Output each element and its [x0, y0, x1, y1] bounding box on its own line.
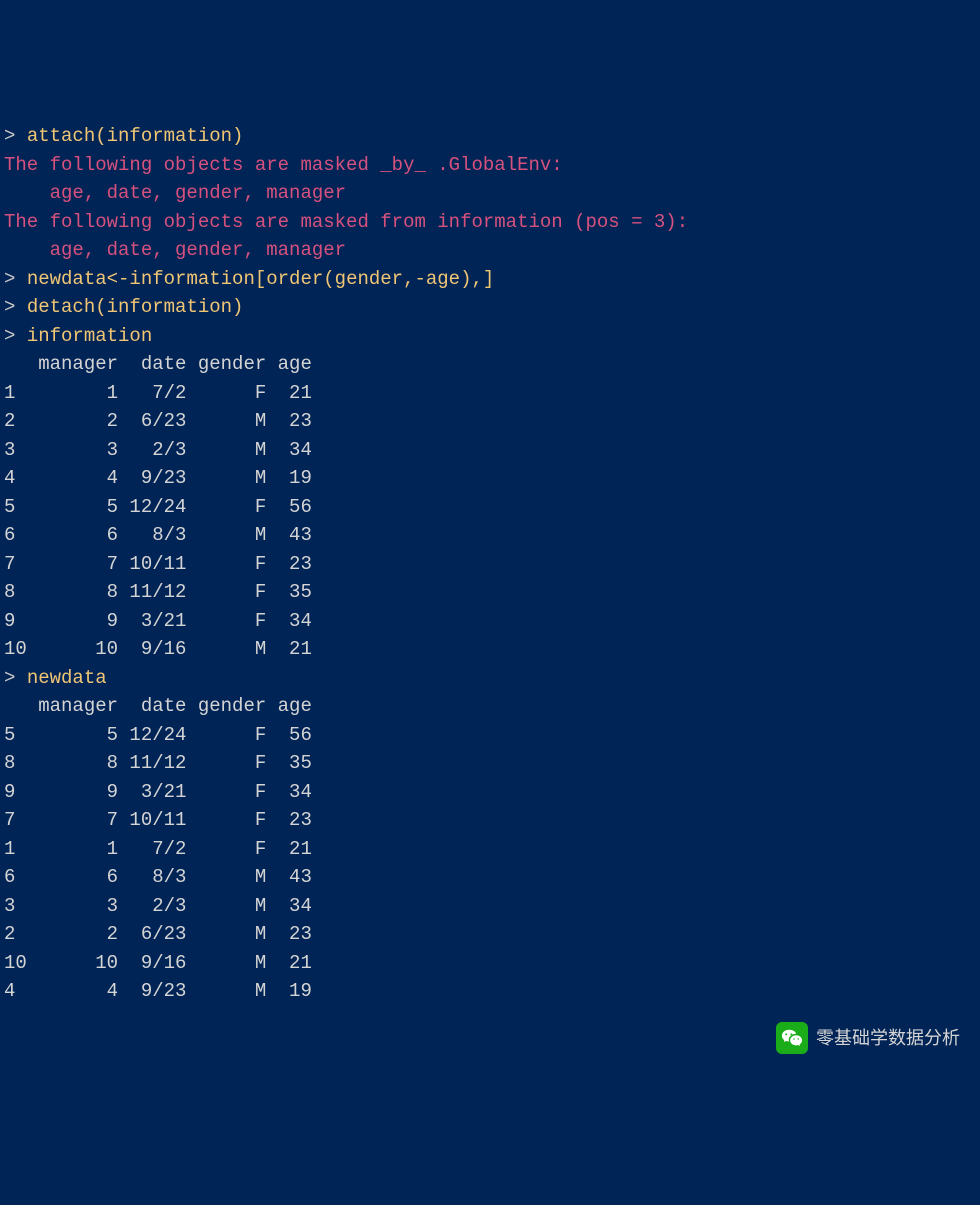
newdata-row-2: 8 8 11/12 F 35	[4, 749, 976, 778]
newdata-row-10: 4 4 9/23 M 19	[4, 977, 976, 1006]
newdata-row-6: 6 6 8/3 M 43	[4, 863, 976, 892]
r-console[interactable]: > attach(information)The following objec…	[4, 122, 976, 1006]
information-row-8: 8 8 11/12 F 35	[4, 578, 976, 607]
newdata-row-3: 9 9 3/21 F 34	[4, 778, 976, 807]
newdata-row-4: 7 7 10/11 F 23	[4, 806, 976, 835]
information-row-5: 5 5 12/24 F 56	[4, 493, 976, 522]
watermark-label: 零基础学数据分析	[816, 1025, 960, 1052]
cmd-attach: > attach(information)	[4, 122, 976, 151]
information-row-2: 2 2 6/23 M 23	[4, 407, 976, 436]
msg-vars-2: age, date, gender, manager	[4, 236, 976, 265]
newdata-row-5: 1 1 7/2 F 21	[4, 835, 976, 864]
information-row-3: 3 3 2/3 M 34	[4, 436, 976, 465]
watermark: 零基础学数据分析	[776, 1022, 960, 1054]
cmd-print-information: > information	[4, 322, 976, 351]
msg-masked-global: The following objects are masked _by_ .G…	[4, 151, 976, 180]
msg-vars-1: age, date, gender, manager	[4, 179, 976, 208]
information-header: manager date gender age	[4, 350, 976, 379]
newdata-row-8: 2 2 6/23 M 23	[4, 920, 976, 949]
cmd-assign: > newdata<-information[order(gender,-age…	[4, 265, 976, 294]
msg-masked-info: The following objects are masked from in…	[4, 208, 976, 237]
information-row-1: 1 1 7/2 F 21	[4, 379, 976, 408]
information-row-4: 4 4 9/23 M 19	[4, 464, 976, 493]
newdata-row-1: 5 5 12/24 F 56	[4, 721, 976, 750]
cmd-detach: > detach(information)	[4, 293, 976, 322]
information-row-9: 9 9 3/21 F 34	[4, 607, 976, 636]
cmd-print-newdata: > newdata	[4, 664, 976, 693]
information-row-7: 7 7 10/11 F 23	[4, 550, 976, 579]
information-row-10: 10 10 9/16 M 21	[4, 635, 976, 664]
newdata-row-7: 3 3 2/3 M 34	[4, 892, 976, 921]
newdata-header: manager date gender age	[4, 692, 976, 721]
newdata-row-9: 10 10 9/16 M 21	[4, 949, 976, 978]
information-row-6: 6 6 8/3 M 43	[4, 521, 976, 550]
wechat-icon	[776, 1022, 808, 1054]
